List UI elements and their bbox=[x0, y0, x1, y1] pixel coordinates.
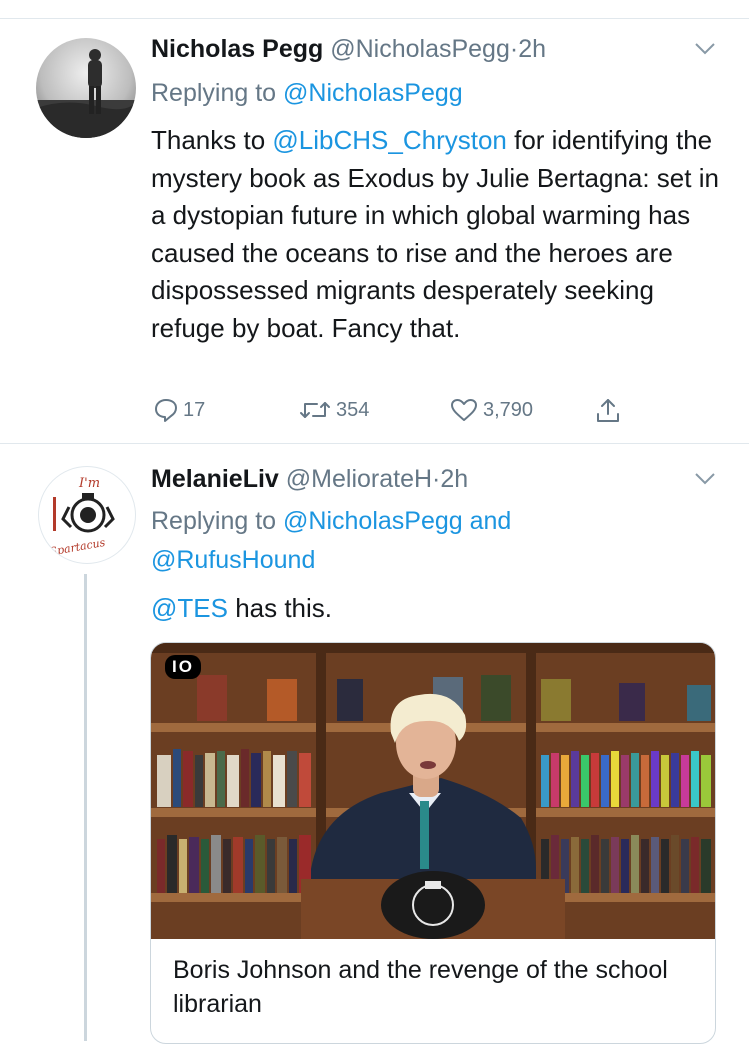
link-card[interactable]: IO Boris Johnson and the revenge of the … bbox=[150, 642, 716, 1044]
like-count: 3,790 bbox=[483, 398, 534, 421]
avatar-text-top: I'm bbox=[78, 476, 100, 491]
replying-and[interactable]: and bbox=[470, 507, 512, 535]
mention-link[interactable]: @TES bbox=[151, 593, 228, 623]
reply-icon bbox=[155, 399, 177, 422]
like-icon bbox=[451, 399, 477, 421]
mention-link[interactable]: @LibCHS_Chryston bbox=[272, 125, 506, 155]
avatar-logo: I'm Spartacus bbox=[49, 476, 115, 559]
avatar[interactable]: I'm Spartacus bbox=[38, 466, 136, 564]
tweet-header: Nicholas Pegg @NicholasPegg·2h bbox=[151, 33, 546, 65]
top-divider bbox=[0, 18, 749, 19]
tweet-text-start: Thanks to bbox=[151, 125, 273, 155]
thread-line bbox=[84, 574, 87, 1041]
user-handle[interactable]: @NicholasPegg bbox=[330, 35, 510, 63]
display-name[interactable]: MelanieLiv bbox=[151, 465, 279, 493]
avatar-photo bbox=[36, 49, 136, 138]
reply-button[interactable]: 17 bbox=[153, 397, 205, 423]
display-name[interactable]: Nicholas Pegg bbox=[151, 35, 323, 63]
tweet-text: @TES has this. bbox=[151, 590, 726, 628]
tweet-text-rest: has this. bbox=[227, 593, 333, 623]
tweet-header: MelanieLiv @MeliorateH·2h bbox=[151, 463, 468, 495]
tweet-divider bbox=[0, 443, 749, 444]
video-badge: IO bbox=[165, 655, 201, 679]
chevron-down-icon[interactable] bbox=[694, 472, 716, 486]
share-button[interactable] bbox=[594, 397, 626, 425]
replying-to-label: Replying to bbox=[151, 507, 277, 535]
card-thumbnail[interactable] bbox=[151, 643, 715, 939]
share-icon bbox=[597, 399, 619, 422]
avatar-text-bottom: Spartacus bbox=[49, 536, 107, 559]
avatar[interactable] bbox=[36, 38, 136, 138]
tweet-text: Thanks to @LibCHS_Chryston for identifyi… bbox=[151, 122, 726, 347]
reply-count: 17 bbox=[183, 398, 206, 421]
replying-to: Replying to @NicholasPegg and @RufusHoun… bbox=[151, 504, 711, 582]
tweet-text-rest: for identifying the mystery book as Exod… bbox=[151, 125, 719, 343]
mention-link[interactable]: @NicholasPegg bbox=[283, 507, 463, 535]
timestamp[interactable]: 2h bbox=[440, 465, 468, 493]
retweet-icon bbox=[300, 402, 330, 418]
tweet-actions: 17 354 3,790 bbox=[0, 397, 749, 427]
replying-to: Replying to @NicholasPegg bbox=[151, 76, 463, 110]
mention-link[interactable]: @RufusHound bbox=[151, 546, 315, 574]
timestamp[interactable]: 2h bbox=[518, 35, 546, 63]
like-button[interactable]: 3,790 bbox=[449, 397, 533, 423]
retweet-count: 354 bbox=[336, 398, 370, 421]
user-handle[interactable]: @MeliorateH bbox=[286, 465, 432, 493]
replying-to-label: Replying to bbox=[151, 79, 277, 107]
separator-dot: · bbox=[509, 35, 519, 63]
retweet-button[interactable]: 354 bbox=[298, 397, 369, 423]
card-title[interactable]: Boris Johnson and the revenge of the sch… bbox=[173, 953, 693, 1021]
chevron-down-icon[interactable] bbox=[694, 42, 716, 56]
mention-link[interactable]: @NicholasPegg bbox=[283, 79, 463, 107]
